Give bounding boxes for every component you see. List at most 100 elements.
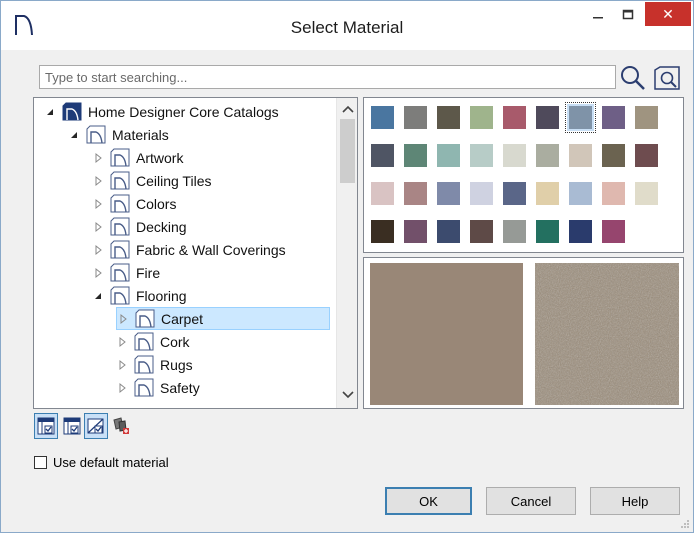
material-swatch[interactable] (371, 144, 394, 167)
select-material-dialog: Select Material ✕ Home Designer Core Cat… (0, 0, 694, 533)
use-default-material-label: Use default material (53, 455, 169, 470)
tree-item-label: Flooring (136, 287, 187, 304)
material-swatch[interactable] (569, 220, 592, 243)
tree-item[interactable]: Carpet (116, 307, 330, 330)
folder-icon (135, 309, 155, 328)
expanded-arrow-icon[interactable] (92, 290, 104, 302)
material-swatch[interactable] (602, 106, 625, 129)
resize-grip-icon[interactable] (680, 519, 690, 529)
material-swatch[interactable] (503, 144, 526, 167)
collapsed-arrow-icon[interactable] (92, 221, 104, 233)
tree-item-label: Safety (160, 379, 200, 396)
tree-item[interactable]: Artwork (92, 146, 183, 169)
material-swatch-grid (363, 97, 684, 253)
expanded-arrow-icon[interactable] (44, 106, 56, 118)
minimize-button[interactable] (583, 1, 613, 29)
tree-view-toggle-button[interactable] (34, 413, 58, 439)
material-swatch[interactable] (404, 220, 427, 243)
folder-icon (134, 378, 154, 397)
material-swatch[interactable] (536, 220, 559, 243)
use-default-material-checkbox[interactable] (34, 456, 47, 469)
tree-item[interactable]: Fire (92, 261, 160, 284)
help-button[interactable]: Help (590, 487, 680, 515)
material-swatch[interactable] (635, 106, 658, 129)
material-swatch[interactable] (371, 182, 394, 205)
material-swatch[interactable] (437, 220, 460, 243)
tree-item[interactable]: Safety (116, 376, 200, 399)
material-swatch[interactable] (602, 182, 625, 205)
material-swatch[interactable] (536, 106, 559, 129)
tree-item-label: Decking (136, 218, 187, 235)
collapsed-arrow-icon[interactable] (92, 267, 104, 279)
tree-item-label: Artwork (136, 149, 184, 166)
collapsed-arrow-icon[interactable] (92, 152, 104, 164)
material-swatch[interactable] (536, 182, 559, 205)
carpet-texture-preview (535, 263, 679, 405)
material-swatch[interactable] (371, 106, 394, 129)
material-override-toggle-button[interactable] (84, 413, 108, 439)
search-input[interactable] (39, 65, 616, 89)
material-swatch[interactable] (470, 182, 493, 205)
tree-item-label: Ceiling Tiles (136, 172, 212, 189)
folder-icon (134, 332, 154, 351)
folder-icon (110, 148, 130, 167)
collapsed-arrow-icon[interactable] (92, 175, 104, 187)
material-preview (363, 257, 684, 409)
material-swatch[interactable] (536, 144, 559, 167)
material-swatch[interactable] (565, 102, 596, 133)
flat-color-preview (370, 263, 523, 405)
tree-item[interactable]: Ceiling Tiles (92, 169, 211, 192)
tree-item[interactable]: Home Designer Core Catalogs (44, 100, 279, 123)
material-swatch[interactable] (635, 144, 658, 167)
search-in-folder-icon[interactable] (653, 65, 681, 91)
tree-item[interactable]: Colors (92, 192, 176, 215)
collapsed-arrow-icon[interactable] (92, 198, 104, 210)
close-button[interactable]: ✕ (645, 2, 691, 26)
tree-item[interactable]: Decking (92, 215, 187, 238)
material-swatch[interactable] (470, 106, 493, 129)
material-swatch[interactable] (470, 220, 493, 243)
expanded-arrow-icon[interactable] (68, 129, 80, 141)
material-swatch[interactable] (404, 144, 427, 167)
catalog-tree[interactable]: Home Designer Core Catalogs Materials Artw… (33, 97, 358, 409)
scroll-down-arrow-icon[interactable] (342, 390, 354, 400)
material-swatch[interactable] (404, 182, 427, 205)
material-swatch[interactable] (569, 182, 592, 205)
list-view-toggle-button[interactable] (60, 413, 84, 439)
collapsed-arrow-icon[interactable] (116, 382, 128, 394)
cancel-button[interactable]: Cancel (486, 487, 576, 515)
material-swatch[interactable] (635, 182, 658, 205)
folder-icon (110, 194, 130, 213)
material-swatch[interactable] (437, 144, 460, 167)
tree-scrollbar[interactable] (336, 98, 357, 408)
tree-item[interactable]: Fabric & Wall Coverings (92, 238, 286, 261)
scroll-thumb[interactable] (340, 119, 355, 183)
material-swatch[interactable] (602, 220, 625, 243)
material-swatch[interactable] (404, 106, 427, 129)
collapsed-arrow-icon[interactable] (117, 313, 129, 325)
use-default-material-row[interactable]: Use default material (34, 455, 169, 470)
material-swatch[interactable] (470, 144, 493, 167)
maximize-button[interactable] (613, 1, 643, 29)
material-swatch[interactable] (569, 144, 592, 167)
material-swatch[interactable] (503, 220, 526, 243)
search-icon[interactable] (619, 64, 647, 92)
scroll-up-arrow-icon[interactable] (342, 104, 354, 114)
material-swatch[interactable] (602, 144, 625, 167)
folder-icon (110, 263, 130, 282)
ok-button[interactable]: OK (385, 487, 472, 515)
collapsed-arrow-icon[interactable] (92, 244, 104, 256)
collapsed-arrow-icon[interactable] (116, 359, 128, 371)
material-swatch[interactable] (503, 182, 526, 205)
tree-item[interactable]: Flooring (92, 284, 187, 307)
material-swatch[interactable] (437, 106, 460, 129)
tree-item[interactable]: Rugs (116, 353, 193, 376)
material-swatch[interactable] (437, 182, 460, 205)
material-swatch[interactable] (503, 106, 526, 129)
material-swatch[interactable] (371, 220, 394, 243)
folder-icon (110, 240, 130, 259)
tree-item[interactable]: Materials (68, 123, 169, 146)
tree-item[interactable]: Cork (116, 330, 190, 353)
collapsed-arrow-icon[interactable] (116, 336, 128, 348)
eyedropper-button[interactable] (109, 413, 133, 439)
